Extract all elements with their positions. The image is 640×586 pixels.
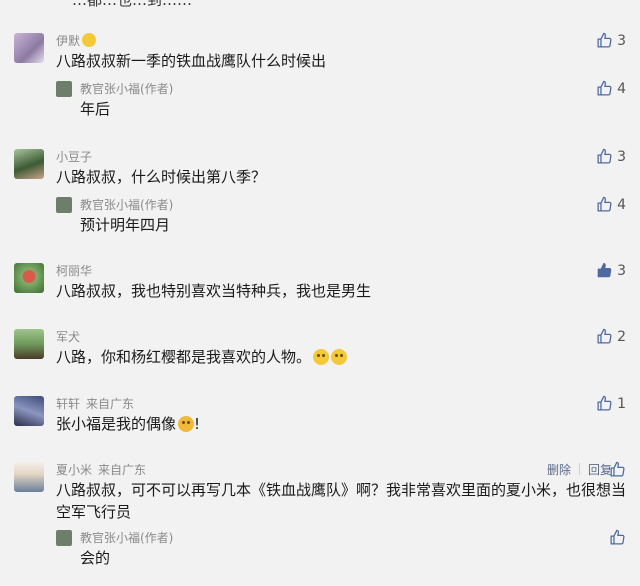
smile-emoji-icon xyxy=(313,349,330,365)
avatar[interactable] xyxy=(14,33,44,63)
avatar[interactable] xyxy=(14,149,44,179)
like-button[interactable]: 3 xyxy=(596,32,626,49)
comment-nickname[interactable]: 轩轩 来自广东 xyxy=(56,395,134,412)
like-count: 4 xyxy=(617,196,626,213)
avatar[interactable] xyxy=(14,329,44,359)
comment-text: 八路叔叔，我也特别喜欢当特种兵，我也是男生 xyxy=(56,282,372,300)
like-count: 1 xyxy=(617,395,626,412)
author-avatar[interactable] xyxy=(56,197,72,213)
like-count: 4 xyxy=(617,80,626,97)
author-avatar[interactable] xyxy=(56,530,72,546)
comment-nickname[interactable]: 柯丽华 xyxy=(56,262,92,279)
thumbs-up-filled-icon xyxy=(597,262,612,278)
delete-button[interactable]: 删除 xyxy=(539,461,579,478)
author-avatar[interactable] xyxy=(56,81,72,97)
comment-text: 张小福是我的偶像! xyxy=(56,415,201,433)
comment-text: 八路叔叔，可不可以再写几本《铁血战鹰队》啊？我非常喜欢里面的夏小米，也很想当空军… xyxy=(56,481,627,521)
smile-emoji-icon xyxy=(82,33,97,47)
like-count: 2 xyxy=(617,328,626,345)
previous-comment-fragment: …都…也…到…… xyxy=(72,0,193,9)
comment-location: 来自广东 xyxy=(98,463,147,477)
thumbs-up-outline-icon xyxy=(597,32,612,48)
thumbs-up-outline-icon[interactable] xyxy=(609,529,626,546)
like-count: 3 xyxy=(617,262,626,279)
star-eyes-emoji-icon xyxy=(178,416,195,432)
reply-text: 预计明年四月 xyxy=(80,216,171,234)
like-button[interactable]: 3 xyxy=(596,148,626,165)
avatar[interactable] xyxy=(14,396,44,426)
avatar[interactable] xyxy=(14,263,44,293)
reply-like-button[interactable]: 4 xyxy=(596,196,626,213)
reply-author[interactable]: 教官张小福(作者) xyxy=(80,196,173,213)
comment-text: 八路，你和杨红樱都是我喜欢的人物。 xyxy=(56,346,616,368)
reply-author[interactable]: 教官张小福(作者) xyxy=(80,529,173,546)
reply-text: 会的 xyxy=(80,549,111,567)
wink-emoji-icon xyxy=(331,349,348,365)
like-button[interactable]: 1 xyxy=(596,395,626,412)
thumbs-up-outline-icon xyxy=(597,328,612,344)
avatar[interactable] xyxy=(14,462,44,492)
like-count: 3 xyxy=(617,148,626,165)
comment-nickname[interactable]: 夏小米 来自广东 xyxy=(56,461,146,478)
comment-text: 八路叔叔新一季的铁血战鹰队什么时候出 xyxy=(56,52,327,70)
like-count: 3 xyxy=(617,32,626,49)
thumbs-up-outline-icon[interactable] xyxy=(609,461,626,478)
like-button[interactable]: 3 xyxy=(596,262,626,279)
thumbs-up-outline-icon xyxy=(597,395,612,411)
comment-nickname[interactable]: 伊默 xyxy=(56,32,97,49)
comment-text: 八路叔叔，什么时候出第八季？ xyxy=(56,168,267,186)
comment-actions: 删除 回复 xyxy=(539,461,620,478)
reply-author[interactable]: 教官张小福(作者) xyxy=(80,80,173,97)
thumbs-up-outline-icon xyxy=(597,80,612,96)
thumbs-up-outline-icon xyxy=(597,196,612,212)
reply-like-button[interactable]: 4 xyxy=(596,80,626,97)
comment-location: 来自广东 xyxy=(86,397,135,411)
author-reply: 教官张小福(作者) 会的 xyxy=(56,529,626,569)
like-button[interactable]: 2 xyxy=(596,328,626,345)
comment-nickname[interactable]: 小豆子 xyxy=(56,148,92,165)
comment-nickname[interactable]: 军犬 xyxy=(56,328,80,345)
author-reply: 教官张小福(作者) 预计明年四月 xyxy=(56,196,626,236)
reply-text: 年后 xyxy=(80,100,111,118)
author-reply: 教官张小福(作者) 年后 xyxy=(56,80,626,120)
thumbs-up-outline-icon xyxy=(597,148,612,164)
